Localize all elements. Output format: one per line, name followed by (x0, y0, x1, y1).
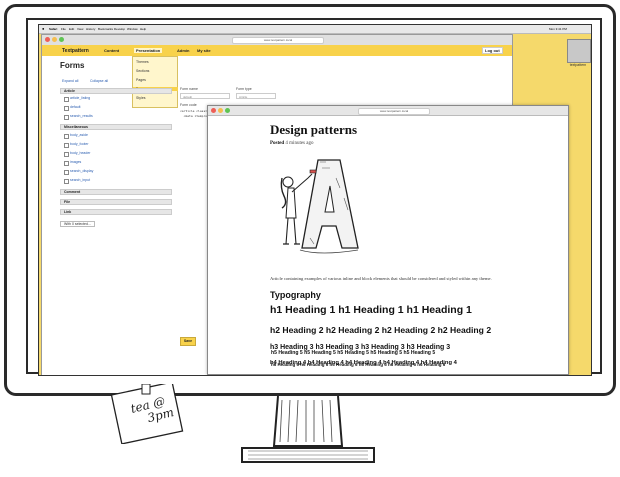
group-link[interactable]: Link (60, 209, 172, 215)
article-illustration (280, 159, 359, 254)
group-comment[interactable]: Comment (60, 189, 172, 195)
form-item[interactable]: images (70, 160, 81, 164)
form-type-select[interactable]: Article (236, 93, 276, 99)
checkbox[interactable] (64, 143, 69, 148)
menu-file[interactable]: File (61, 27, 66, 31)
page-title: Forms (60, 61, 85, 70)
form-name-input[interactable]: default (180, 93, 230, 99)
h1-sample: h1 Heading 1 h1 Heading 1 h1 Heading 1 (270, 304, 472, 316)
menu-edit[interactable]: Edit (69, 27, 74, 31)
checkbox[interactable] (64, 106, 69, 111)
address-bar[interactable]: www.textpattern.local (358, 108, 430, 115)
checkbox[interactable] (64, 134, 69, 139)
zoom-icon[interactable] (225, 108, 230, 113)
checkbox[interactable] (64, 152, 69, 157)
menu-history[interactable]: History (86, 27, 95, 31)
preview-window: www.textpattern.local Design patterns Po… (207, 105, 569, 375)
form-item[interactable]: search_display (70, 169, 93, 173)
checkbox[interactable] (64, 115, 69, 120)
nav-content[interactable]: Content (104, 48, 119, 53)
save-button[interactable]: Save (180, 337, 196, 346)
article-title: Design patterns (270, 122, 358, 137)
forms-sidebar: Expand all Collapse all Article article_… (60, 79, 172, 279)
group-file[interactable]: File (60, 199, 172, 205)
form-item[interactable]: default (70, 105, 81, 109)
form-item[interactable]: body_footer (70, 142, 89, 146)
form-name-label: Form name (180, 87, 198, 91)
checkbox[interactable] (64, 170, 69, 175)
menu-bookmarks[interactable]: Bookmarks (98, 27, 113, 31)
nav-admin[interactable]: Admin (177, 48, 189, 53)
logout-button[interactable]: Log out (482, 47, 503, 54)
admin-navbar: Textpattern Content Presentation Admin M… (42, 45, 512, 56)
group-miscellaneous[interactable]: Miscellaneous (60, 124, 172, 130)
collapse-all-link[interactable]: Collapse all (90, 79, 108, 83)
form-item[interactable]: body_header (70, 151, 90, 155)
apple-icon[interactable]: ● (42, 26, 44, 31)
menu-help[interactable]: Help (140, 27, 146, 31)
form-code-label: Form code (180, 103, 197, 107)
form-item[interactable]: search_input (70, 178, 90, 182)
posted-label: Posted (270, 141, 285, 146)
zoom-icon[interactable] (59, 37, 64, 42)
preview-window-titlebar: www.textpattern.local (208, 106, 568, 116)
close-icon[interactable] (211, 108, 216, 113)
posted-time: 4 minutes ago (285, 141, 314, 146)
minimize-icon[interactable] (218, 108, 223, 113)
group-article[interactable]: Article (60, 88, 172, 94)
checkbox[interactable] (64, 161, 69, 166)
menu-develop[interactable]: Develop (114, 27, 125, 31)
close-icon[interactable] (45, 37, 50, 42)
h5-sample: h5 Heading 5 h5 Heading 5 h5 Heading 5 h… (271, 350, 436, 356)
with-selected-select[interactable]: With 0 selected... (60, 221, 95, 227)
textpattern-logo[interactable]: Textpattern (62, 48, 89, 54)
h6-sample: h6 Heading 6 h6 Heading 6 h6 Heading 6 h… (271, 362, 446, 367)
checkbox[interactable] (64, 179, 69, 184)
posted-meta: Posted 4 minutes ago (270, 141, 313, 146)
desktop-drive-icon[interactable] (567, 39, 591, 63)
menu-window[interactable]: Window (127, 27, 138, 31)
menu-bar: ● Safari File Edit View History Bookmark… (39, 25, 591, 34)
minimize-icon[interactable] (52, 37, 57, 42)
h2-sample: h2 Heading 2 h2 Heading 2 h2 Heading 2 h… (270, 325, 492, 335)
nav-my-site[interactable]: My site (197, 48, 211, 53)
checkbox[interactable] (64, 97, 69, 102)
expand-all-link[interactable]: Expand all (62, 79, 78, 83)
desktop-icon-label: textpattern (569, 63, 587, 67)
form-type-label: Form type (236, 87, 252, 91)
form-item[interactable]: body_aside (70, 133, 88, 137)
form-item[interactable]: article_listing (70, 96, 90, 100)
nav-presentation[interactable]: Presentation (134, 48, 163, 53)
menu-view[interactable]: View (77, 27, 83, 31)
dropdown-sections[interactable]: Sections (136, 69, 149, 73)
address-bar[interactable]: www.textpattern.local (232, 37, 324, 44)
dropdown-themes[interactable]: Themes (136, 60, 149, 64)
menubar-clock: Mon 3:41 PM (549, 27, 567, 31)
typography-heading: Typography (270, 290, 321, 300)
monitor-stand (241, 396, 375, 463)
form-item[interactable]: search_results (70, 114, 93, 118)
desktop-screen: ● Safari File Edit View History Bookmark… (38, 24, 592, 376)
menu-safari[interactable]: Safari (49, 27, 57, 31)
article-description: Article containing examples of various i… (270, 276, 492, 281)
